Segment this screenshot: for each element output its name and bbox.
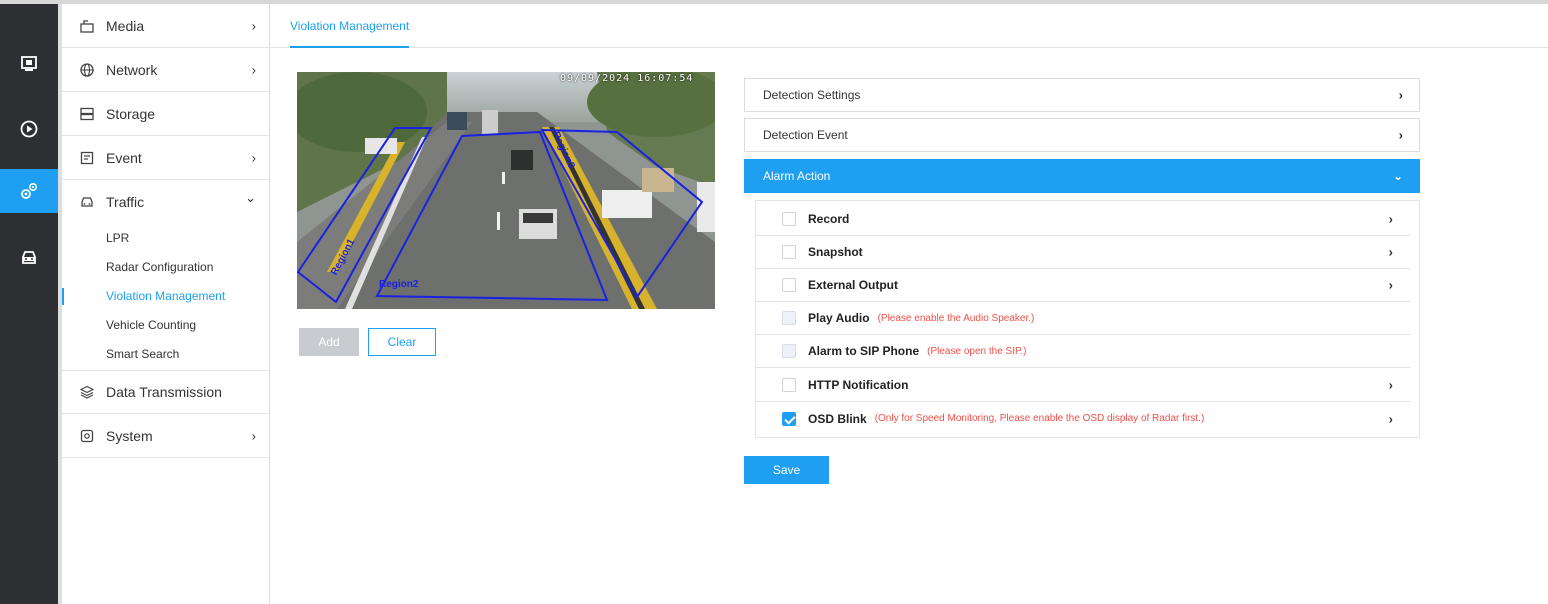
chevron-right-icon: ›	[251, 18, 256, 33]
alarm-action-sip-phone: Alarm to SIP Phone (Please open the SIP.…	[756, 335, 1411, 368]
alarm-action-note: (Only for Speed Monitoring, Please enabl…	[874, 413, 1205, 424]
alarm-action-play-audio: Play Audio (Please enable the Audio Spea…	[756, 302, 1411, 335]
menu-item-media[interactable]: Media ›	[62, 4, 270, 48]
chevron-right-icon: ›	[1398, 87, 1403, 103]
menu-item-storage[interactable]: Storage	[62, 92, 270, 136]
chevron-right-icon: ›	[251, 428, 256, 443]
system-icon	[80, 429, 94, 443]
panel-title: Alarm Action	[763, 169, 831, 183]
alarm-action-label: Record	[808, 212, 850, 226]
vehicle-icon[interactable]	[0, 236, 58, 280]
alarm-action-external-output[interactable]: External Output ›	[756, 269, 1411, 302]
menu-item-traffic[interactable]: Traffic ⌄	[62, 180, 270, 224]
icon-rail	[0, 4, 58, 604]
menu-item-label: Network	[106, 61, 158, 78]
external-output-checkbox[interactable]	[782, 278, 796, 292]
sip-phone-checkbox	[782, 344, 796, 358]
panel-detection-event[interactable]: Detection Event ›	[744, 118, 1420, 152]
add-button[interactable]: Add	[299, 328, 359, 356]
car-icon	[80, 195, 94, 209]
clear-button[interactable]: Clear	[368, 328, 436, 356]
menu-item-label: System	[106, 427, 153, 444]
menu-item-label: Media	[106, 17, 145, 34]
chevron-right-icon[interactable]: ›	[1389, 245, 1393, 260]
region-label: Region2	[379, 279, 419, 290]
menu-item-network[interactable]: Network ›	[62, 48, 270, 92]
alarm-action-label: Alarm to SIP Phone	[808, 344, 920, 358]
playback-icon[interactable]	[0, 107, 58, 151]
alarm-action-list: Record › Snapshot › External Output › Pl…	[755, 200, 1420, 438]
alarm-action-note: (Please enable the Audio Speaker.)	[877, 312, 1035, 324]
settings-gears-icon[interactable]	[0, 169, 58, 213]
chevron-right-icon[interactable]: ›	[1389, 278, 1393, 293]
submenu-item-violation-management[interactable]: Violation Management	[62, 282, 270, 311]
menu-item-label: Event	[106, 149, 142, 166]
submenu-item-smart-search[interactable]: Smart Search	[62, 340, 270, 369]
menu-item-label: Storage	[106, 105, 156, 122]
alarm-action-label: External Output	[808, 278, 899, 292]
alarm-action-label: HTTP Notification	[808, 378, 909, 392]
chevron-right-icon: ›	[251, 150, 256, 165]
camera-preview[interactable]: 09/09/2024 16:07:54 Region1 Region2 Regi…	[297, 72, 715, 309]
record-checkbox[interactable]	[782, 212, 796, 226]
alarm-action-record[interactable]: Record ›	[756, 203, 1411, 236]
submenu-item-vehicle-counting[interactable]: Vehicle Counting	[62, 311, 270, 340]
chevron-down-icon: ⌄	[245, 189, 256, 205]
panel-title: Detection Event	[763, 128, 848, 142]
panel-detection-settings[interactable]: Detection Settings ›	[744, 78, 1420, 112]
alarm-action-osd-blink[interactable]: OSD Blink (Only for Speed Monitoring, Pl…	[756, 402, 1411, 435]
menu-item-system[interactable]: System ›	[62, 414, 270, 458]
tab-violation-management[interactable]: Violation Management	[290, 4, 410, 48]
storage-icon	[80, 107, 94, 121]
menu-item-data-transmission[interactable]: Data Transmission	[62, 370, 270, 414]
save-button[interactable]: Save	[744, 456, 829, 484]
osd-blink-checkbox[interactable]	[782, 411, 796, 426]
submenu-item-lpr[interactable]: LPR	[62, 224, 270, 253]
tab-bar: Violation Management	[270, 4, 1548, 48]
chevron-right-icon: ›	[1398, 127, 1403, 143]
chevron-right-icon: ›	[251, 62, 256, 77]
chevron-down-icon: ⌄	[1392, 169, 1403, 183]
live-view-icon[interactable]	[0, 42, 58, 86]
panel-alarm-action[interactable]: Alarm Action ⌄	[744, 159, 1420, 193]
menu-item-event[interactable]: Event ›	[62, 136, 270, 180]
chevron-right-icon[interactable]: ›	[1389, 411, 1393, 426]
menu-item-label: Traffic	[106, 194, 145, 210]
chevron-right-icon[interactable]: ›	[1389, 212, 1393, 227]
snapshot-checkbox[interactable]	[782, 245, 796, 259]
chevron-right-icon[interactable]: ›	[1389, 378, 1393, 393]
panel-title: Detection Settings	[763, 88, 861, 102]
globe-icon	[80, 62, 94, 77]
menu-item-label: Data Transmission	[106, 384, 222, 400]
settings-menu: Media › Network › Storage Event › Traffi…	[62, 4, 270, 604]
play-audio-checkbox	[782, 311, 796, 325]
alarm-action-label: OSD Blink	[808, 411, 867, 426]
submenu-item-radar-configuration[interactable]: Radar Configuration	[62, 253, 270, 282]
alarm-action-label: Snapshot	[808, 245, 863, 259]
layers-icon	[79, 385, 95, 399]
osd-timestamp: 09/09/2024 16:07:54	[560, 73, 694, 84]
media-icon	[80, 19, 94, 33]
alarm-action-http-notification[interactable]: HTTP Notification ›	[756, 369, 1411, 402]
alarm-action-snapshot[interactable]: Snapshot ›	[756, 236, 1411, 269]
alarm-action-label: Play Audio	[808, 311, 870, 325]
alarm-action-note: (Please open the SIP.)	[927, 345, 1027, 357]
http-notification-checkbox[interactable]	[782, 378, 796, 392]
event-icon	[80, 151, 94, 165]
